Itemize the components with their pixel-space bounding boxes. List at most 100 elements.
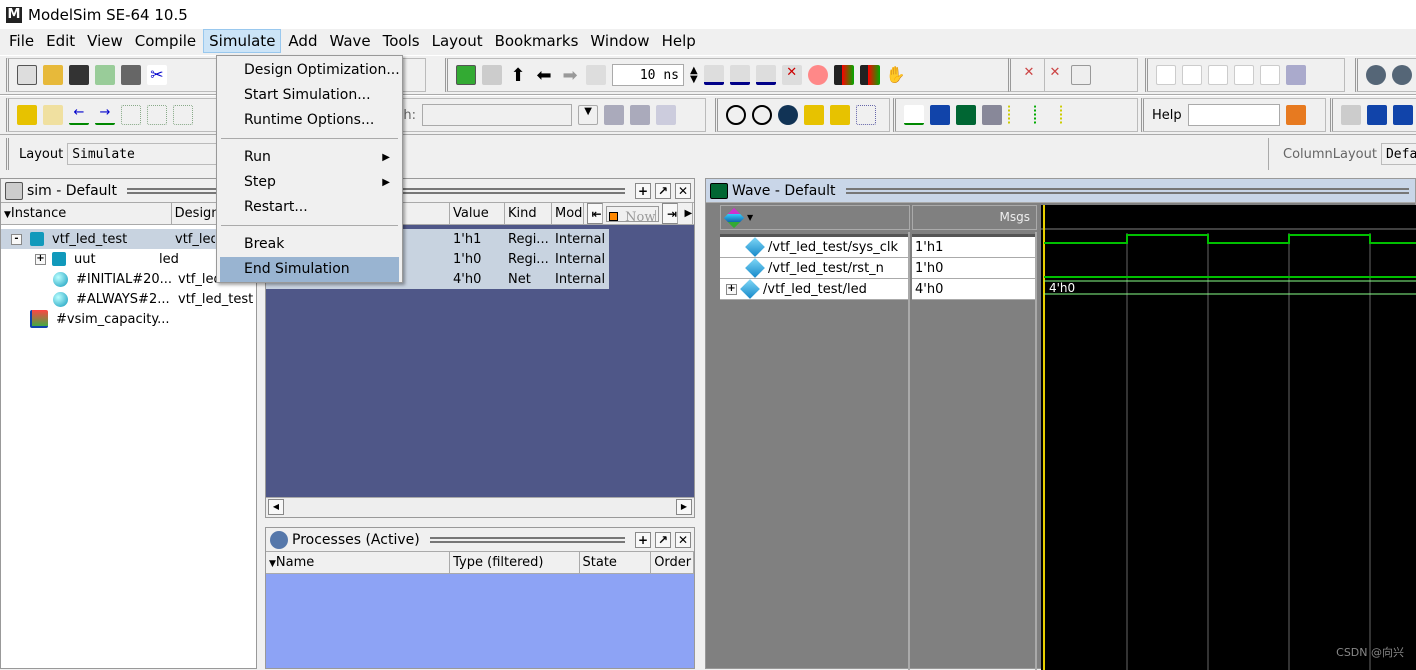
- menu-simulate[interactable]: Simulate: [203, 29, 282, 53]
- memory-profiler-icon[interactable]: [859, 65, 880, 85]
- menu-tools[interactable]: Tools: [378, 30, 425, 52]
- open-folder-icon[interactable]: [43, 65, 63, 85]
- wave-pattern-icon[interactable]: [982, 105, 1002, 125]
- menu-item-restart[interactable]: Restart...: [217, 195, 402, 220]
- horizontal-scrollbar[interactable]: ◀ ▶: [266, 497, 694, 517]
- col-kind[interactable]: Kind: [505, 203, 552, 224]
- layout-select[interactable]: [67, 143, 218, 165]
- maximize-button[interactable]: +: [635, 531, 651, 548]
- close-button[interactable]: ✕: [675, 182, 691, 199]
- simulate-icon[interactable]: [482, 65, 502, 85]
- expand-icon[interactable]: +: [726, 283, 737, 295]
- help-doc-icon[interactable]: [1367, 105, 1387, 125]
- all-signals-icon[interactable]: [1260, 65, 1280, 85]
- search-prev-icon[interactable]: [604, 105, 625, 125]
- zoom-cursor-icon[interactable]: [804, 105, 824, 125]
- maximize-button[interactable]: +: [635, 182, 651, 199]
- compile-icon[interactable]: [456, 65, 476, 85]
- undock-button[interactable]: ↗: [655, 531, 671, 548]
- help-search-icon[interactable]: [1285, 105, 1306, 125]
- zoom-out-icon[interactable]: [752, 105, 772, 125]
- wave-signal-row[interactable]: +/vtf_led_test/led: [720, 279, 908, 300]
- find-edge-3-icon[interactable]: [173, 105, 193, 125]
- now-button[interactable]: Now: [606, 205, 660, 222]
- gear-settings-icon[interactable]: [1392, 65, 1412, 85]
- calendar-icon[interactable]: [1393, 105, 1413, 125]
- scroll-right-icon[interactable]: ▶: [681, 203, 694, 224]
- zoom-full-icon[interactable]: [778, 105, 798, 125]
- col-instance[interactable]: ▼Instance: [1, 203, 172, 224]
- wave-edge-3-icon[interactable]: [1060, 105, 1080, 125]
- menu-window[interactable]: Window: [585, 30, 654, 52]
- undock-button[interactable]: ↗: [655, 182, 671, 199]
- wave-literal-icon[interactable]: [904, 105, 924, 125]
- prev-time-button[interactable]: ⇤: [587, 203, 603, 224]
- zoom-in-icon[interactable]: [726, 105, 746, 125]
- col-state[interactable]: State: [580, 552, 652, 573]
- panel-drag-handle[interactable]: [845, 187, 1409, 194]
- scroll-left-button[interactable]: ◀: [268, 499, 284, 515]
- reverse-icon[interactable]: [1071, 65, 1091, 85]
- reload-icon[interactable]: [95, 65, 115, 85]
- new-file-icon[interactable]: [17, 65, 37, 85]
- step-forward-icon[interactable]: ✕: [1045, 65, 1065, 85]
- back-arrow-icon[interactable]: ⬅: [534, 65, 554, 86]
- next-edge-icon[interactable]: →: [95, 105, 115, 125]
- menu-layout[interactable]: Layout: [427, 30, 488, 52]
- menu-item-design-optimization[interactable]: Design Optimization...: [217, 58, 402, 83]
- run-icon[interactable]: [703, 65, 724, 85]
- expand-icon[interactable]: +: [35, 253, 46, 265]
- wave-signal-row[interactable]: /vtf_led_test/sys_clk: [720, 237, 908, 258]
- cut-icon[interactable]: ✂: [147, 65, 167, 85]
- menu-item-end-simulation[interactable]: End Simulation: [220, 257, 399, 282]
- add-cursor-icon[interactable]: [17, 105, 37, 125]
- menu-bookmarks[interactable]: Bookmarks: [490, 30, 584, 52]
- help-input[interactable]: [1187, 104, 1280, 126]
- performance-profiler-icon[interactable]: [833, 65, 854, 85]
- search-input[interactable]: [422, 104, 573, 126]
- waveform-area[interactable]: 4'h0: [1041, 205, 1416, 670]
- search-next-icon[interactable]: [630, 105, 651, 125]
- add-wave-icon[interactable]: [723, 207, 745, 229]
- run-length-stepper[interactable]: ▲ ▼: [690, 66, 698, 85]
- menu-item-run[interactable]: Run ▶: [217, 145, 402, 170]
- column-layout-select[interactable]: [1380, 143, 1416, 165]
- panel-drag-handle[interactable]: [126, 187, 230, 194]
- in-ports-icon[interactable]: [1156, 65, 1176, 85]
- menu-compile[interactable]: Compile: [130, 30, 201, 52]
- menu-item-step[interactable]: Step ▶: [217, 170, 402, 195]
- break-icon[interactable]: ✕: [781, 65, 802, 85]
- col-type[interactable]: Type (filtered): [450, 552, 580, 573]
- out-ports-icon[interactable]: [1182, 65, 1202, 85]
- menu-item-runtime-options[interactable]: Runtime Options...: [217, 108, 402, 133]
- menu-file[interactable]: File: [4, 30, 39, 52]
- menu-add[interactable]: Add: [283, 30, 322, 52]
- zoom-between-cursors-icon[interactable]: [830, 105, 850, 125]
- wave-edge-2-icon[interactable]: [1034, 105, 1054, 125]
- menu-item-break[interactable]: Break: [217, 232, 402, 257]
- menu-view[interactable]: View: [82, 30, 128, 52]
- col-value[interactable]: Value: [450, 203, 505, 224]
- next-time-button[interactable]: ⇥: [662, 203, 679, 224]
- chevron-down-icon[interactable]: ▼: [747, 213, 753, 222]
- close-button[interactable]: ✕: [675, 531, 691, 548]
- collapse-icon[interactable]: -: [11, 233, 22, 245]
- find-edge-icon[interactable]: [121, 105, 141, 125]
- menu-help[interactable]: Help: [657, 30, 701, 52]
- bookmark-icon[interactable]: [1341, 105, 1361, 125]
- continue-run-icon[interactable]: [729, 65, 750, 85]
- save-icon[interactable]: [69, 65, 89, 85]
- search-options-icon[interactable]: [656, 105, 677, 125]
- wave-signal-row[interactable]: /vtf_led_test/rst_n: [720, 258, 908, 279]
- stop-icon[interactable]: [807, 65, 828, 85]
- prev-edge-icon[interactable]: ←: [69, 105, 89, 125]
- internal-signals-icon[interactable]: [1234, 65, 1254, 85]
- col-name[interactable]: ▼Name: [266, 552, 451, 573]
- gear-icon[interactable]: [1366, 65, 1386, 85]
- search-dropdown-icon[interactable]: ▼: [578, 105, 599, 125]
- restart-icon[interactable]: [586, 65, 606, 85]
- tree-row[interactable]: #vsim_capacity...: [1, 309, 256, 329]
- delete-cursor-icon[interactable]: [43, 105, 63, 125]
- menu-edit[interactable]: Edit: [41, 30, 80, 52]
- tree-row[interactable]: #ALWAYS#2... vtf_led_test: [1, 289, 256, 309]
